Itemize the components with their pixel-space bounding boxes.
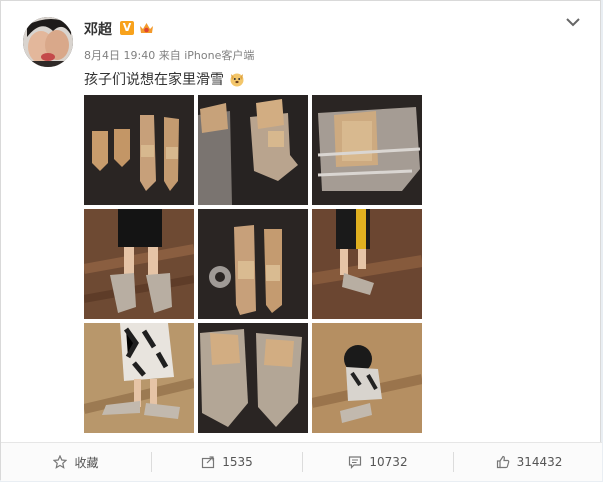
photo-thumbnail[interactable] [198, 209, 308, 319]
star-icon [53, 455, 68, 469]
dog-face-emoji-icon [229, 71, 245, 87]
action-bar: 收藏 1535 10732 314432 [1, 442, 602, 481]
source-prefix: 来自 [158, 49, 181, 62]
author-name[interactable]: 邓超 [84, 19, 112, 39]
photo-thumbnail[interactable] [312, 95, 422, 205]
repost-button[interactable]: 1535 [152, 443, 302, 481]
like-button[interactable]: 314432 [454, 443, 603, 481]
post-date[interactable]: 8月4日 19:40 [84, 49, 155, 62]
photo-thumbnail[interactable] [312, 323, 422, 433]
avatar[interactable] [23, 17, 73, 67]
favorite-button[interactable]: 收藏 [1, 443, 151, 481]
verified-badge-icon: V [120, 21, 134, 35]
photo-thumbnail[interactable] [84, 95, 194, 205]
photo-thumbnail[interactable] [198, 323, 308, 433]
favorite-label: 收藏 [74, 455, 99, 470]
photo-thumbnail[interactable] [198, 95, 308, 205]
post-text-body: 孩子们说想在家里滑雪 [84, 72, 224, 88]
post-text: 孩子们说想在家里滑雪 [84, 69, 245, 89]
comment-button[interactable]: 10732 [303, 443, 453, 481]
vip-crown-icon [138, 20, 155, 36]
post-meta: 8月4日 19:40 来自 iPhone客户端 [84, 47, 254, 63]
thumbs-up-icon [496, 455, 509, 469]
weibo-post-card: 邓超 V 8月4日 19:40 来自 iPhone客户端 孩子们说想在家里滑雪 [0, 0, 602, 481]
like-count: 314432 [516, 455, 563, 469]
repost-count: 1535 [222, 455, 253, 469]
photo-grid [84, 95, 422, 433]
photo-thumbnail[interactable] [312, 209, 422, 319]
photo-thumbnail[interactable] [84, 323, 194, 433]
chevron-down-icon[interactable] [564, 15, 582, 29]
post-source[interactable]: iPhone客户端 [184, 49, 254, 62]
comment-count: 10732 [369, 455, 408, 469]
comment-icon [349, 456, 362, 469]
share-icon [202, 456, 215, 469]
photo-thumbnail[interactable] [84, 209, 194, 319]
